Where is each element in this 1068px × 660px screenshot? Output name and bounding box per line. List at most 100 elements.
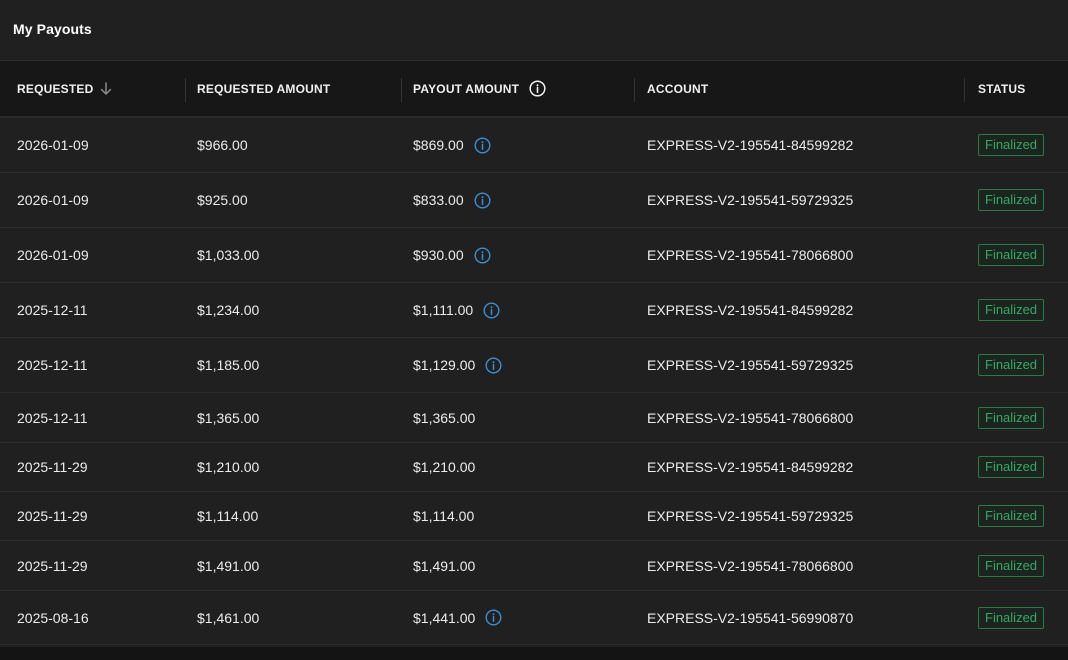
status-cell: Finalized	[978, 393, 1045, 442]
requested-date: 2025-12-11	[17, 338, 88, 392]
account-id-text: EXPRESS-V2-195541-59729325	[647, 357, 854, 373]
requested-amount: $1,234.00	[197, 283, 259, 337]
requested-amount-text: $1,185.00	[197, 357, 260, 373]
info-icon[interactable]	[474, 136, 491, 154]
requested-amount: $1,185.00	[197, 338, 259, 392]
column-divider	[964, 78, 965, 102]
requested-amount: $1,491.00	[197, 541, 259, 590]
requested-date: 2025-12-11	[17, 283, 88, 337]
payout-amount: $930.00	[413, 228, 491, 282]
requested-amount-text: $1,365.00	[197, 409, 260, 426]
payout-amount: $1,129.00	[413, 338, 502, 392]
status-badge: Finalized	[978, 505, 1045, 527]
column-header-account[interactable]: ACCOUNT	[647, 61, 708, 116]
requested-amount: $1,114.00	[197, 492, 258, 540]
payouts-panel: My Payouts REQUESTED REQUESTED AMOUNT PA…	[0, 0, 1068, 647]
account-id: EXPRESS-V2-195541-56990870	[647, 591, 853, 644]
requested-amount-text: $1,114.00	[197, 508, 259, 524]
info-icon[interactable]	[474, 191, 491, 209]
account-id-text: EXPRESS-V2-195541-78066800	[647, 247, 854, 263]
payout-amount-text: $1,111.00	[413, 302, 474, 318]
status-badge: Finalized	[978, 244, 1045, 266]
requested-amount: $1,210.00	[197, 443, 259, 491]
table-row[interactable]: 2025-12-11 $1,185.00 $1,129.00 EXPRESS-V2-1…	[0, 338, 1068, 393]
column-label: PAYOUT AMOUNT	[413, 81, 520, 96]
requested-amount: $966.00	[197, 118, 248, 172]
requested-amount-text: $1,210.00	[197, 459, 260, 475]
status-cell: Finalized	[978, 492, 1045, 540]
requested-amount-text: $1,461.00	[197, 609, 260, 626]
payout-amount-text: $869.00	[413, 137, 464, 153]
info-icon[interactable]	[485, 609, 502, 626]
account-id-text: EXPRESS-V2-195541-56990870	[647, 609, 854, 626]
requested-date-text: 2026-01-09	[17, 247, 89, 263]
table-row[interactable]: 2026-01-09 $1,033.00 $930.00 EXPRESS-V2-195…	[0, 228, 1068, 283]
requested-date-text: 2025-12-11	[17, 357, 88, 373]
table-row[interactable]: 2025-11-29 $1,491.00 $1,491.00 EXPRESS-V2-1…	[0, 541, 1068, 591]
payout-amount-text: $833.00	[413, 192, 464, 208]
requested-date-text: 2026-01-09	[17, 192, 89, 208]
account-id-text: EXPRESS-V2-195541-84599282	[647, 459, 854, 475]
column-header-payout-amount[interactable]: PAYOUT AMOUNT	[413, 61, 546, 116]
requested-date-text: 2025-11-29	[17, 557, 88, 574]
status-badge: Finalized	[978, 189, 1045, 211]
account-id-text: EXPRESS-V2-195541-59729325	[647, 508, 854, 524]
requested-amount: $1,461.00	[197, 591, 259, 644]
table-row[interactable]: 2026-01-09 $966.00 $869.00 EXPRESS-V2-19554…	[0, 118, 1068, 173]
column-label: STATUS	[978, 81, 1026, 96]
payout-amount: $1,365.00	[413, 393, 475, 442]
table-body: 2026-01-09 $966.00 $869.00 EXPRESS-V2-19554…	[0, 118, 1068, 645]
status-cell: Finalized	[978, 443, 1045, 491]
account-id-text: EXPRESS-V2-195541-59729325	[647, 192, 854, 208]
account-id: EXPRESS-V2-195541-84599282	[647, 283, 853, 337]
requested-amount: $925.00	[197, 173, 248, 227]
payout-amount-text: $1,129.00	[413, 357, 476, 373]
status-badge: Finalized	[978, 554, 1045, 577]
arrow-down-icon[interactable]	[100, 81, 112, 96]
status-badge: Finalized	[978, 456, 1045, 478]
payout-amount: $1,441.00	[413, 591, 502, 644]
status-cell: Finalized	[978, 228, 1045, 282]
column-divider	[185, 78, 186, 102]
account-id: EXPRESS-V2-195541-78066800	[647, 393, 853, 442]
status-badge: Finalized	[978, 134, 1045, 156]
column-header-requested[interactable]: REQUESTED	[17, 61, 112, 116]
info-icon[interactable]	[485, 356, 502, 374]
status-badge: Finalized	[978, 606, 1045, 629]
account-id: EXPRESS-V2-195541-84599282	[647, 118, 853, 172]
payout-amount-text: $1,114.00	[413, 508, 475, 524]
requested-date: 2025-11-29	[17, 492, 88, 540]
table-row[interactable]: 2025-12-11 $1,365.00 $1,365.00 EXPRESS-V2-1…	[0, 393, 1068, 443]
info-icon[interactable]	[529, 80, 546, 97]
account-id: EXPRESS-V2-195541-84599282	[647, 443, 853, 491]
status-cell: Finalized	[978, 338, 1045, 392]
column-header-status[interactable]: STATUS	[978, 61, 1025, 116]
table-row[interactable]: 2026-01-09 $925.00 $833.00 EXPRESS-V2-19554…	[0, 173, 1068, 228]
payout-amount-text: $930.00	[413, 247, 464, 263]
requested-date: 2025-12-11	[17, 393, 88, 442]
status-badge: Finalized	[978, 354, 1045, 376]
account-id: EXPRESS-V2-195541-78066800	[647, 228, 853, 282]
column-label: ACCOUNT	[647, 81, 709, 96]
column-header-requested-amount[interactable]: REQUESTED AMOUNT	[197, 61, 330, 116]
table-row[interactable]: 2025-11-29 $1,114.00 $1,114.00 EXPRESS-V2-1…	[0, 492, 1068, 541]
table-row[interactable]: 2025-12-11 $1,234.00 $1,111.00 EXPRESS-V2-1…	[0, 283, 1068, 338]
table-row[interactable]: 2025-11-29 $1,210.00 $1,210.00 EXPRESS-V2-1…	[0, 443, 1068, 492]
page-title: My Payouts	[13, 21, 92, 37]
payout-amount: $833.00	[413, 173, 491, 227]
requested-date-text: 2025-11-29	[17, 459, 88, 475]
table-row[interactable]: 2025-08-16 $1,461.00 $1,441.00 EXPRESS-V2-1…	[0, 591, 1068, 645]
column-label: REQUESTED AMOUNT	[197, 81, 331, 96]
requested-date-text: 2025-08-16	[17, 609, 89, 626]
account-id: EXPRESS-V2-195541-78066800	[647, 541, 853, 590]
requested-date: 2025-11-29	[17, 541, 88, 590]
requested-date-text: 2025-11-29	[17, 508, 88, 524]
status-badge: Finalized	[978, 406, 1045, 429]
info-icon[interactable]	[474, 246, 491, 264]
payout-amount: $1,111.00	[413, 283, 500, 337]
account-id-text: EXPRESS-V2-195541-78066800	[647, 409, 854, 426]
info-icon[interactable]	[483, 301, 500, 319]
requested-amount-text: $966.00	[197, 137, 248, 153]
column-divider	[401, 78, 402, 102]
requested-amount: $1,365.00	[197, 393, 259, 442]
